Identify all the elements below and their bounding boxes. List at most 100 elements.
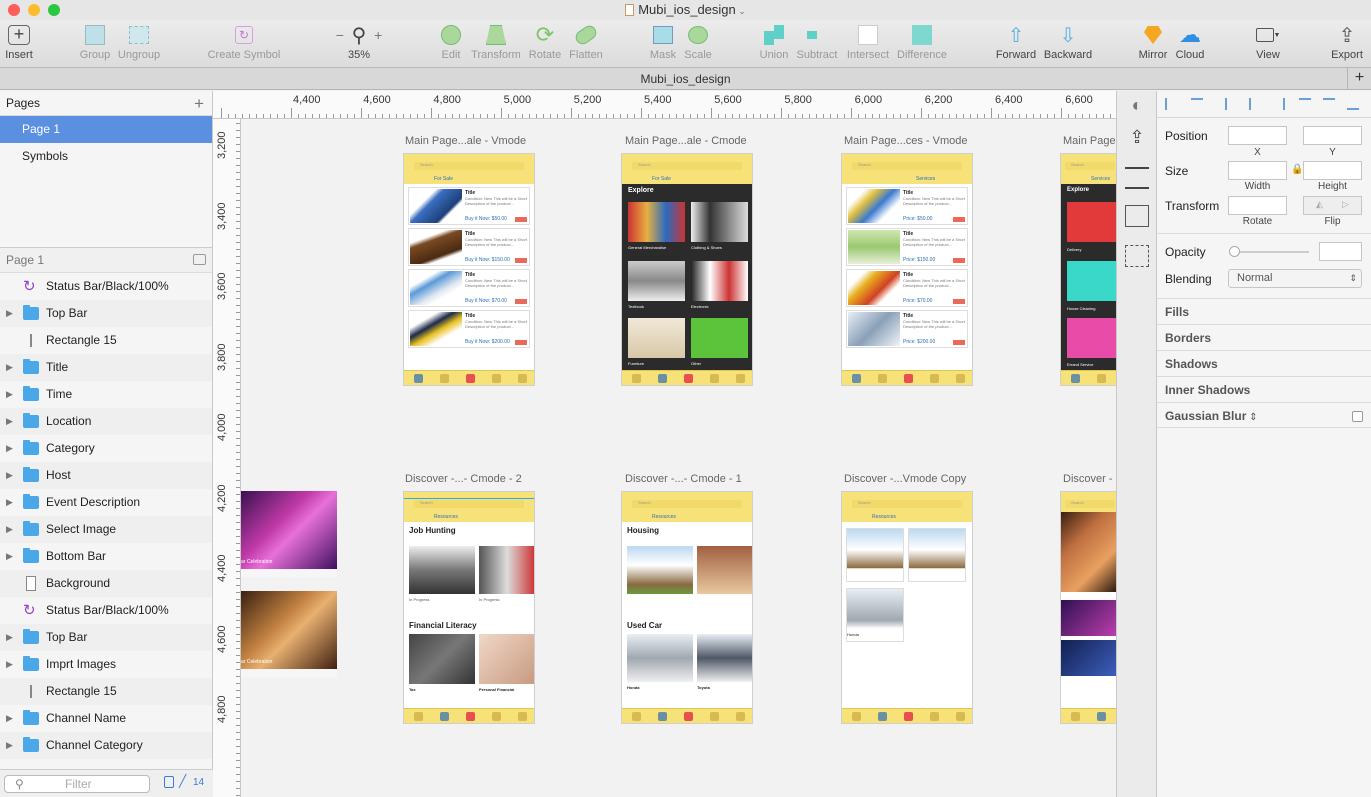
layer-row[interactable]: ▶ Time bbox=[0, 381, 212, 408]
layer-row[interactable]: ↻ Status Bar/Black/100% bbox=[0, 273, 212, 300]
artboard-title[interactable]: Discover -...- Cmode - 2 bbox=[405, 473, 522, 485]
opacity-input[interactable] bbox=[1319, 242, 1362, 261]
symbols-filter-icon[interactable] bbox=[164, 776, 174, 788]
vertical-ruler[interactable]: 3,200 3,400 3,600 3,800 4,000 4,200 4,400 4,600… bbox=[213, 119, 241, 797]
gaussian-blur-section[interactable]: Gaussian Blur ⇕ bbox=[1157, 402, 1371, 428]
close-window-button[interactable] bbox=[8, 4, 20, 16]
layer-row[interactable]: ▶ Location bbox=[0, 408, 212, 435]
opacity-slider-knob[interactable] bbox=[1229, 246, 1240, 257]
disclosure-triangle-icon[interactable]: ▶ bbox=[6, 651, 13, 678]
new-tab-button[interactable]: + bbox=[1347, 68, 1371, 90]
layers-align-icon[interactable] bbox=[1125, 167, 1149, 189]
position-y-input[interactable] bbox=[1303, 126, 1362, 145]
mirror-button[interactable]: Mirror bbox=[1136, 22, 1170, 66]
union-button[interactable]: Union bbox=[756, 22, 792, 66]
event-card-artboard[interactable]: ar Celebration bbox=[241, 591, 337, 677]
artboard-title[interactable]: Main Page...ale - Vmode bbox=[405, 135, 526, 147]
create-symbol-button[interactable]: ↻ Create Symbol bbox=[204, 22, 284, 66]
align-left-icon[interactable] bbox=[1225, 98, 1237, 110]
minimize-window-button[interactable] bbox=[28, 4, 40, 16]
artboard-title[interactable]: Main Page...ale - Cmode bbox=[625, 135, 747, 147]
add-page-icon[interactable]: + bbox=[194, 91, 204, 116]
canvas[interactable]: 4,400 4,600 4,800 5,000 5,200 5,400 5,600 5,800… bbox=[213, 91, 1116, 797]
cloud-button[interactable]: ☁ Cloud bbox=[1172, 22, 1208, 66]
blending-select[interactable]: Normal ⇕ bbox=[1228, 269, 1362, 288]
layer-row[interactable]: Rectangle 15 bbox=[0, 327, 212, 354]
zoom-out-icon[interactable]: − bbox=[336, 27, 352, 43]
ungroup-button[interactable]: Ungroup bbox=[116, 22, 162, 66]
layer-row[interactable]: ▶ Channel Category bbox=[0, 732, 212, 759]
insert-button[interactable]: + Insert bbox=[2, 22, 36, 66]
borders-section[interactable]: Borders bbox=[1157, 324, 1371, 350]
align-bottom-icon[interactable] bbox=[1347, 98, 1359, 110]
fills-section[interactable]: Fills bbox=[1157, 298, 1371, 324]
layer-row[interactable]: ▶ Event Description bbox=[0, 489, 212, 516]
position-x-input[interactable] bbox=[1228, 126, 1287, 145]
zoom-control[interactable]: − ⚲ + 35% bbox=[328, 22, 390, 66]
view-button[interactable]: ▼ View bbox=[1250, 22, 1286, 66]
difference-button[interactable]: Difference bbox=[894, 22, 950, 66]
width-input[interactable] bbox=[1228, 161, 1287, 180]
layer-row[interactable]: ↻ Status Bar/Black/100% bbox=[0, 597, 212, 624]
layer-row[interactable]: Background bbox=[0, 570, 212, 597]
gaussian-blur-checkbox[interactable] bbox=[1352, 411, 1363, 422]
artboard-discover-vmode-copy[interactable]: Search Resources Honda bbox=[841, 491, 973, 724]
collapse-layers-icon[interactable] bbox=[193, 254, 206, 265]
artboard-title[interactable]: Main Page bbox=[1063, 135, 1116, 147]
disclosure-triangle-icon[interactable]: ▶ bbox=[6, 516, 13, 543]
horizontal-ruler[interactable]: 4,400 4,600 4,800 5,000 5,200 5,400 5,600 5,800… bbox=[213, 91, 1116, 119]
slices-filter-icon[interactable]: ╱ bbox=[179, 774, 186, 788]
layer-row[interactable]: ▶ Select Image bbox=[0, 516, 212, 543]
flip-vertical-icon[interactable]: ▷ bbox=[1342, 199, 1349, 210]
artboard-main-sale-cmode[interactable]: Search For Sale Explore General Merchand… bbox=[621, 153, 753, 386]
artboard-discover-cmode-2[interactable]: Search Resources Job Hunting In Progress… bbox=[403, 491, 535, 724]
layer-row[interactable]: ▶ Category bbox=[0, 435, 212, 462]
slice-icon[interactable] bbox=[1125, 245, 1149, 267]
color-picker-icon[interactable]: ◐ bbox=[1125, 95, 1149, 117]
zoom-in-icon[interactable]: + bbox=[366, 27, 382, 43]
lock-icon[interactable]: 🔒 bbox=[1291, 164, 1303, 175]
forward-button[interactable]: ⇧ Forward bbox=[994, 22, 1038, 66]
document-tab[interactable]: Mubi_ios_design + bbox=[0, 68, 1371, 90]
page-item-page-1[interactable]: Page 1 bbox=[0, 116, 212, 143]
flip-horizontal-icon[interactable]: ◭ bbox=[1316, 199, 1323, 210]
intersect-button[interactable]: Intersect bbox=[844, 22, 892, 66]
artboard-title[interactable]: Main Page...ces - Vmode bbox=[844, 135, 968, 147]
disclosure-triangle-icon[interactable]: ▶ bbox=[6, 732, 13, 759]
artboard-title[interactable]: Discover - bbox=[1063, 473, 1113, 485]
event-card-artboard[interactable]: ar Celebration bbox=[241, 491, 337, 577]
height-input[interactable] bbox=[1303, 161, 1362, 180]
scale-button[interactable]: Scale bbox=[682, 22, 714, 66]
layer-row[interactable]: ▶ Top Bar bbox=[0, 624, 212, 651]
disclosure-triangle-icon[interactable]: ▶ bbox=[6, 543, 13, 570]
artboard-main-partial[interactable]: Search Services Explore Delivery House C… bbox=[1060, 153, 1116, 386]
flatten-button[interactable]: Flatten bbox=[566, 22, 606, 66]
edit-button[interactable]: Edit bbox=[436, 22, 466, 66]
artboard-discover-partial[interactable]: Search bbox=[1060, 491, 1116, 724]
layer-row[interactable]: ▶ Top Bar bbox=[0, 300, 212, 327]
text-format-icon[interactable] bbox=[1125, 205, 1149, 227]
disclosure-triangle-icon[interactable]: ▶ bbox=[6, 300, 13, 327]
shadows-section[interactable]: Shadows bbox=[1157, 350, 1371, 376]
layer-row[interactable]: ▶ Title bbox=[0, 354, 212, 381]
filter-input[interactable]: ⚲ Filter bbox=[4, 775, 150, 793]
rotate-button[interactable]: ⟳ Rotate bbox=[526, 22, 564, 66]
disclosure-triangle-icon[interactable]: ▶ bbox=[6, 381, 13, 408]
layer-row[interactable]: Rectangle 15 bbox=[0, 678, 212, 705]
zoom-window-button[interactable] bbox=[48, 4, 60, 16]
artboard-main-services-vmode[interactable]: Search Services Title Condition: New This… bbox=[841, 153, 973, 386]
align-top-icon[interactable] bbox=[1299, 98, 1311, 110]
disclosure-triangle-icon[interactable]: ▶ bbox=[6, 462, 13, 489]
layer-row[interactable]: ▶ Imprt Images bbox=[0, 651, 212, 678]
layer-row[interactable]: ▶ Channel Name bbox=[0, 705, 212, 732]
export-button[interactable]: ⇪ Export bbox=[1328, 22, 1366, 66]
page-item-symbols[interactable]: Symbols bbox=[0, 143, 212, 170]
rotate-input[interactable] bbox=[1228, 196, 1287, 215]
disclosure-triangle-icon[interactable]: ▶ bbox=[6, 435, 13, 462]
align-right-icon[interactable] bbox=[1273, 98, 1285, 110]
document-title[interactable]: Mubi_ios_design bbox=[638, 2, 736, 17]
artboard-title[interactable]: Discover -...Vmode Copy bbox=[844, 473, 966, 485]
align-center-icon[interactable] bbox=[1249, 98, 1261, 110]
disclosure-triangle-icon[interactable]: ▶ bbox=[6, 489, 13, 516]
disclosure-triangle-icon[interactable]: ▶ bbox=[6, 354, 13, 381]
